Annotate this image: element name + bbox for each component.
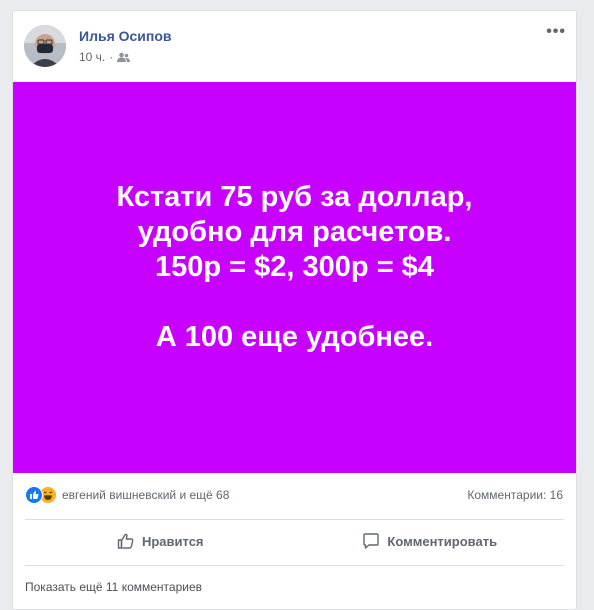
post-image[interactable]: Кстати 75 руб за доллар, удобно для расч… (13, 82, 576, 473)
comment-button-label: Комментировать (387, 533, 498, 549)
avatar-photo (24, 25, 66, 67)
divider (25, 565, 564, 566)
like-reaction-icon (25, 486, 43, 504)
thumbs-up-icon (117, 533, 134, 549)
meta-separator: · (109, 50, 114, 64)
comments-count[interactable]: Комментарии: 16 (467, 488, 563, 502)
like-button-label: Нравится (141, 533, 204, 549)
comment-icon (363, 533, 380, 549)
post-time[interactable]: 10 ч. (79, 50, 105, 64)
avatar[interactable] (24, 25, 66, 67)
post-image-text: Кстати 75 руб за доллар, удобно для расч… (116, 181, 473, 353)
comment-button[interactable]: Комментировать (295, 523, 565, 559)
divider (25, 519, 564, 520)
ellipsis-icon[interactable]: ••• (546, 23, 566, 41)
like-button[interactable]: Нравится (25, 523, 295, 559)
author-name[interactable]: Илья Осипов (79, 28, 172, 44)
friends-icon[interactable] (117, 52, 131, 63)
action-bar: Нравится Комментировать (25, 523, 564, 559)
reactors-text[interactable]: евгений вишневский и ещё 68 (62, 488, 229, 502)
post-card: Илья Осипов 10 ч. · ••• Кстати 75 руб за… (12, 10, 577, 610)
post-header: Илья Осипов 10 ч. · ••• (13, 11, 576, 81)
show-more-comments-link[interactable]: Показать ещё 11 комментариев (25, 580, 202, 594)
reactions-summary[interactable]: евгений вишневский и ещё 68 (25, 484, 229, 506)
post-meta: 10 ч. · (79, 50, 131, 64)
